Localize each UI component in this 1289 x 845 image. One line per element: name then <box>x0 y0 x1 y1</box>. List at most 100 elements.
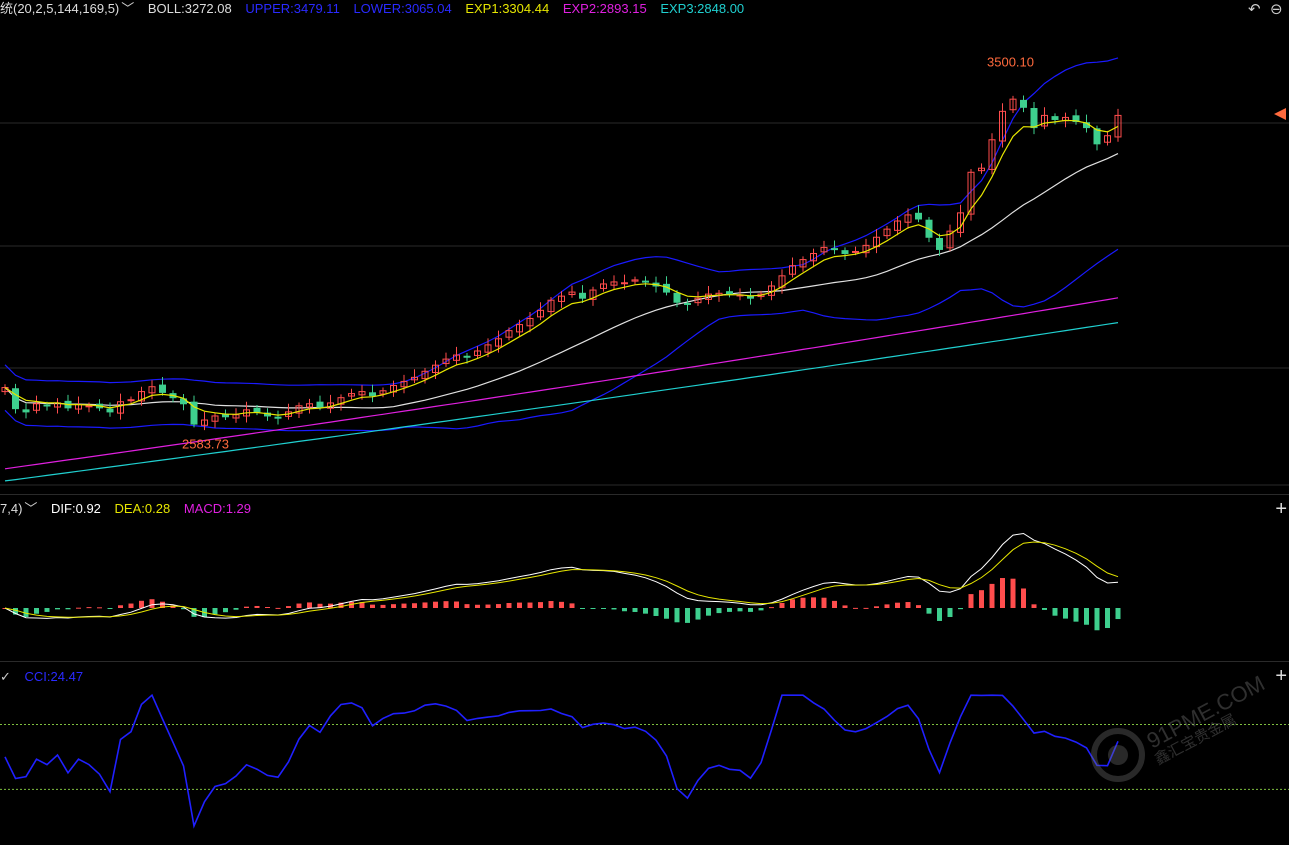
candle-up <box>85 405 93 408</box>
macd-bar <box>958 608 963 610</box>
macd-bar <box>86 607 92 609</box>
macd-bar <box>716 608 722 614</box>
macd-bar <box>34 608 39 614</box>
macd-bar <box>1042 608 1047 610</box>
macd-bar <box>632 608 638 612</box>
macd-bar <box>286 606 291 608</box>
macd-bar <box>380 604 386 608</box>
macd-bar <box>296 603 302 608</box>
macd-bar <box>821 597 827 608</box>
macd-bar <box>727 608 732 612</box>
candle-down <box>12 388 19 410</box>
macd-bar <box>149 599 155 608</box>
macd-bar <box>989 583 995 608</box>
macd-bar <box>275 607 281 609</box>
candle-down <box>726 291 733 295</box>
candle-down <box>915 212 922 220</box>
macd-bar <box>254 605 260 608</box>
macd-bar <box>548 601 554 608</box>
macd-bar <box>884 604 890 608</box>
macd-bar <box>968 594 974 608</box>
macd-bar <box>580 608 585 609</box>
macd-bar <box>916 605 921 608</box>
macd-bar <box>128 603 134 608</box>
macd-bar <box>1094 608 1100 631</box>
macd-bar <box>769 607 774 609</box>
candle-down <box>463 355 471 358</box>
macd-bar <box>1000 578 1005 608</box>
candle-down <box>159 384 166 393</box>
macd-bar <box>1084 608 1089 625</box>
macd-bar <box>506 603 512 608</box>
macd-bar <box>1031 604 1037 608</box>
macd-bar <box>433 601 438 608</box>
macd-bar <box>485 604 491 608</box>
macd-bar <box>118 605 123 608</box>
cci-line <box>4 693 1119 829</box>
candle-down <box>684 302 691 305</box>
candle-down <box>106 408 114 413</box>
candle-down <box>831 248 838 251</box>
candle-down <box>642 280 649 283</box>
macd-bar <box>737 608 743 612</box>
macd-bar <box>590 608 596 609</box>
macd-bar <box>674 608 680 623</box>
macd-bar <box>664 608 669 619</box>
upper-band-line <box>4 57 1119 386</box>
macd-bar <box>538 602 543 608</box>
candle-down <box>1051 116 1059 120</box>
low-price-label: 2583.73 <box>182 437 229 452</box>
candle-down <box>316 401 324 408</box>
macd-bar <box>212 608 218 615</box>
candle-down <box>1020 99 1027 108</box>
macd-bar <box>443 601 449 608</box>
macd-bar <box>937 608 942 621</box>
macd-bar <box>527 602 533 608</box>
macd-bar <box>653 608 659 616</box>
candle-down <box>1030 108 1038 129</box>
macd-bar <box>422 602 428 608</box>
macd-bar <box>979 590 984 608</box>
macd-bar <box>863 607 869 609</box>
macd-bar <box>926 608 932 614</box>
macd-bar <box>758 608 764 611</box>
macd-bar <box>842 605 848 608</box>
watermark: 91PME.COM 鑫汇宝贵金属 <box>1090 665 1275 785</box>
macd-bar <box>1021 588 1026 608</box>
macd-bar <box>685 608 690 623</box>
macd-bar <box>800 597 806 608</box>
macd-bar <box>265 606 270 608</box>
macd-bar <box>895 602 900 608</box>
macd-bar <box>44 608 50 612</box>
macd-bar <box>695 608 701 620</box>
lower-band-line <box>4 248 1119 432</box>
macd-bar <box>1052 608 1058 616</box>
candle-up <box>127 399 135 402</box>
macd-bar <box>706 608 711 616</box>
macd-bar <box>874 606 879 608</box>
macd-bar <box>748 608 753 612</box>
macd-bar <box>1115 608 1121 620</box>
macd-bar <box>76 607 81 609</box>
macd-bar <box>1063 608 1068 619</box>
macd-bar <box>1073 608 1079 622</box>
macd-bar <box>464 604 470 608</box>
candle-down <box>274 416 282 419</box>
high-price-label: 3500.10 <box>987 55 1034 70</box>
macd-bar <box>475 604 480 608</box>
exp2-line <box>4 297 1119 470</box>
macd-bar <box>853 607 858 609</box>
macd-bar <box>401 603 407 608</box>
macd-bar <box>517 602 522 608</box>
candle-down <box>253 407 261 413</box>
macd-bar <box>611 608 617 610</box>
macd-bar <box>559 601 564 608</box>
macd-bar <box>832 600 837 608</box>
macd-bar <box>811 597 816 608</box>
macd-bar <box>1105 608 1110 629</box>
candle-down <box>673 292 681 303</box>
macd-bar <box>55 608 60 610</box>
exp1-line <box>4 119 1119 416</box>
macd-bar <box>233 608 239 610</box>
macd-bar <box>412 603 417 608</box>
